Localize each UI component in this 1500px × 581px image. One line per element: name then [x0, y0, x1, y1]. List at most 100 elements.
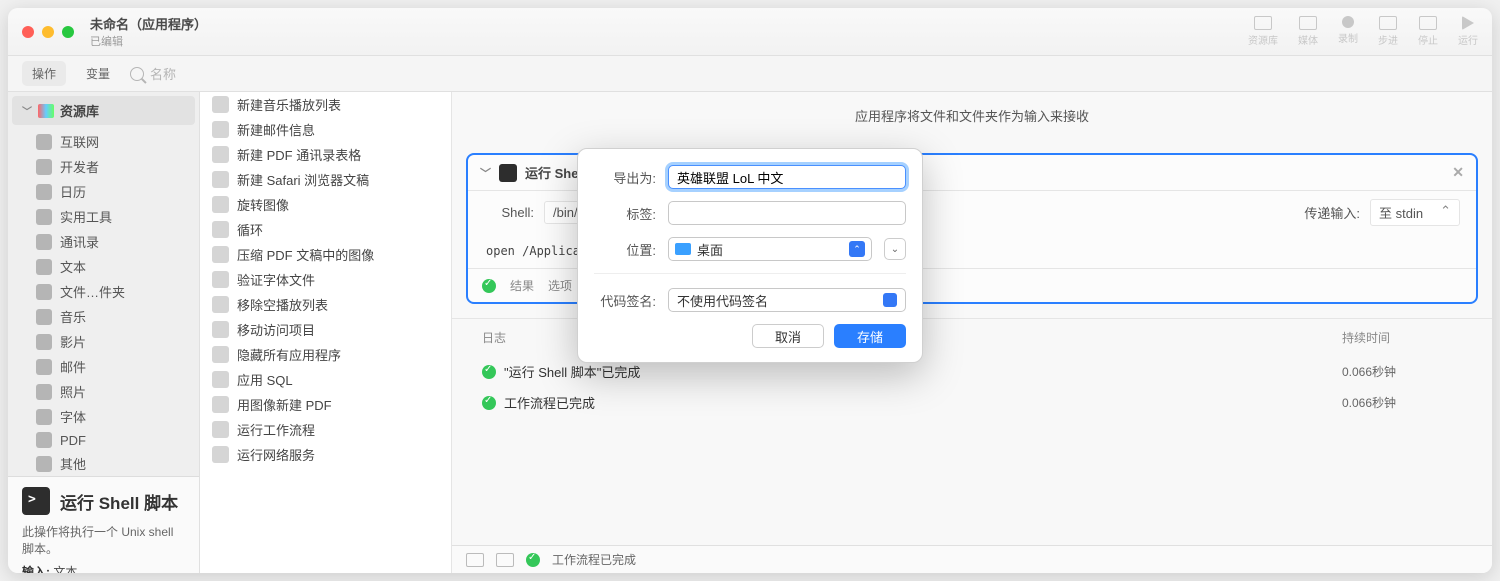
toolbar-library[interactable]: 资源库 [1248, 16, 1278, 47]
expand-button[interactable]: ⌄ [884, 238, 906, 260]
toolbar-media[interactable]: 媒体 [1298, 16, 1318, 47]
close-button[interactable] [22, 26, 34, 38]
search-input[interactable]: 名称 [130, 64, 176, 83]
action-icon [212, 221, 229, 238]
statusbar: 工作流程已完成 [452, 545, 1492, 573]
action-item[interactable]: 新建音乐播放列表 [200, 92, 451, 117]
terminal-icon [499, 164, 517, 182]
tags-input[interactable] [668, 201, 906, 225]
tab-actions[interactable]: 操作 [22, 61, 66, 86]
sidebar-item[interactable]: 文件…件夹 [8, 279, 199, 304]
action-item[interactable]: 运行网络服务 [200, 442, 451, 467]
action-item[interactable]: 运行工作流程 [200, 417, 451, 442]
action-item[interactable]: 隐藏所有应用程序 [200, 342, 451, 367]
action-item[interactable]: 用图像新建 PDF [200, 392, 451, 417]
export-name-input[interactable] [668, 165, 906, 189]
sidebar-header[interactable]: ﹀ 资源库 [12, 96, 195, 125]
tab-variables[interactable]: 变量 [76, 61, 120, 86]
action-item[interactable]: 压缩 PDF 文稿中的图像 [200, 242, 451, 267]
category-icon [36, 284, 52, 300]
action-icon [212, 321, 229, 338]
action-item[interactable]: 循环 [200, 217, 451, 242]
toolbar-step[interactable]: 步进 [1378, 16, 1398, 47]
code-signing-select[interactable]: 不使用代码签名 [668, 288, 906, 312]
action-icon [212, 146, 229, 163]
action-icon [212, 196, 229, 213]
info-title: 运行 Shell 脚本 [60, 489, 178, 514]
category-icon [36, 184, 52, 200]
action-item[interactable]: 新建 PDF 通讯录表格 [200, 142, 451, 167]
chevron-down-icon: ﹀ [480, 165, 491, 181]
action-icon [212, 346, 229, 363]
category-icon [36, 134, 52, 150]
action-item[interactable]: 验证字体文件 [200, 267, 451, 292]
folder-icon [675, 243, 691, 255]
action-icon [212, 396, 229, 413]
traffic-lights [22, 26, 74, 38]
action-icon [212, 96, 229, 113]
statusbar-view1[interactable] [466, 553, 484, 567]
location-select[interactable]: 桌面 ⌃ [668, 237, 872, 261]
cancel-button[interactable]: 取消 [752, 324, 824, 348]
sidebar-item[interactable]: 字体 [8, 404, 199, 429]
category-icon [36, 159, 52, 175]
action-item[interactable]: 应用 SQL [200, 367, 451, 392]
action-item[interactable]: 旋转图像 [200, 192, 451, 217]
toolbar-record[interactable]: 录制 [1338, 16, 1358, 47]
minimize-button[interactable] [42, 26, 54, 38]
toolbar-run[interactable]: 运行 [1458, 16, 1478, 47]
pass-input-select[interactable]: 至 stdin ⌃ [1370, 199, 1460, 226]
sidebar-item[interactable]: 文本 [8, 254, 199, 279]
close-icon[interactable]: ✕ [1452, 164, 1464, 181]
save-button[interactable]: 存储 [834, 324, 906, 348]
action-item[interactable]: 移动访问项目 [200, 317, 451, 342]
check-icon [482, 279, 496, 293]
action-icon [212, 371, 229, 388]
action-item[interactable]: 新建 Safari 浏览器文稿 [200, 167, 451, 192]
footer-options[interactable]: 选项 [548, 277, 572, 294]
sidebar-item[interactable]: 通讯录 [8, 229, 199, 254]
terminal-icon [22, 487, 50, 515]
actions-list: 新建音乐播放列表新建邮件信息新建 PDF 通讯录表格新建 Safari 浏览器文… [200, 92, 452, 573]
sidebar-item[interactable]: 日历 [8, 179, 199, 204]
action-icon [212, 171, 229, 188]
category-icon [36, 259, 52, 275]
action-icon [212, 246, 229, 263]
check-icon [482, 396, 496, 410]
category-icon [36, 209, 52, 225]
toolbar-stop[interactable]: 停止 [1418, 16, 1438, 47]
action-info-panel: 运行 Shell 脚本 此操作将执行一个 Unix shell 脚本。 输入: … [8, 476, 199, 573]
statusbar-text: 工作流程已完成 [552, 551, 636, 568]
sidebar-item[interactable]: 开发者 [8, 154, 199, 179]
category-icon [36, 359, 52, 375]
category-icon [36, 409, 52, 425]
sidebar-item[interactable]: 音乐 [8, 304, 199, 329]
sidebar-item[interactable]: 照片 [8, 379, 199, 404]
zoom-button[interactable] [62, 26, 74, 38]
sidebar-item[interactable]: 邮件 [8, 354, 199, 379]
sidebar-item[interactable]: 互联网 [8, 129, 199, 154]
canvas-header: 应用程序将文件和文件夹作为输入来接收 [452, 92, 1492, 139]
check-icon [482, 365, 496, 379]
chevron-down-icon: ﹀ [22, 103, 32, 118]
action-icon [212, 296, 229, 313]
sidebar-item[interactable]: 影片 [8, 329, 199, 354]
subtoolbar: 操作 变量 名称 [8, 56, 1492, 92]
category-icon [36, 334, 52, 350]
action-icon [212, 121, 229, 138]
sidebar-item[interactable]: PDF [8, 429, 199, 451]
library-icon [38, 104, 54, 118]
sidebar-item[interactable]: 实用工具 [8, 204, 199, 229]
action-icon [212, 446, 229, 463]
statusbar-view2[interactable] [496, 553, 514, 567]
sidebar-item[interactable]: 其他 [8, 451, 199, 476]
action-icon [212, 271, 229, 288]
log-row: 工作流程已完成0.066秒钟 [452, 387, 1492, 418]
category-icon [36, 234, 52, 250]
action-item[interactable]: 移除空播放列表 [200, 292, 451, 317]
window-subtitle: 已编辑 [90, 33, 207, 49]
sidebar: ﹀ 资源库 互联网开发者日历实用工具通讯录文本文件…件夹音乐影片邮件照片字体PD… [8, 92, 200, 573]
action-item[interactable]: 新建邮件信息 [200, 117, 451, 142]
category-icon [36, 309, 52, 325]
footer-result[interactable]: 结果 [510, 277, 534, 294]
